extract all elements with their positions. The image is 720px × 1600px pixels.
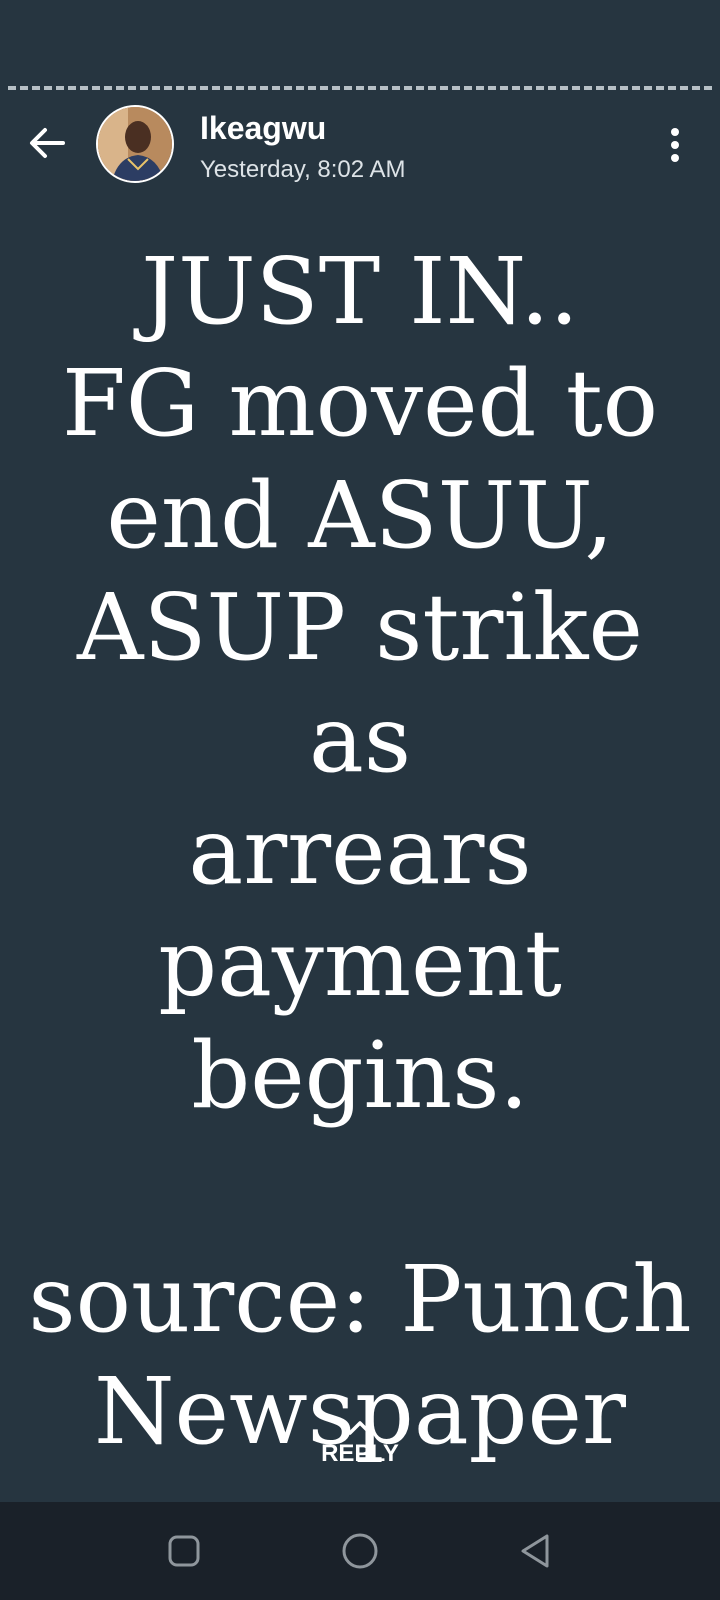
contact-name: Ikeagwu: [200, 110, 327, 146]
back-button[interactable]: [22, 118, 72, 168]
status-text: JUST IN.. FG moved to end ASUU, ASUP str…: [28, 238, 692, 1465]
system-navigation-bar: [0, 1502, 720, 1600]
system-back-button[interactable]: [511, 1526, 561, 1576]
status-progress-bar: [8, 86, 712, 90]
home-icon: [342, 1533, 378, 1569]
reply-button[interactable]: REPLY: [260, 1418, 460, 1478]
arrow-left-icon: [30, 128, 65, 158]
more-options-button[interactable]: [650, 120, 700, 170]
more-vertical-icon: [671, 128, 679, 162]
back-triangle-icon: [521, 1534, 549, 1568]
reply-label: REPLY: [321, 1440, 399, 1467]
chevron-up-icon: [348, 1421, 372, 1435]
recent-apps-button[interactable]: [159, 1526, 209, 1576]
home-button[interactable]: [335, 1526, 385, 1576]
recent-apps-icon: [168, 1535, 200, 1567]
avatar[interactable]: [96, 105, 174, 183]
status-timestamp: Yesterday, 8:02 AM: [200, 156, 406, 183]
